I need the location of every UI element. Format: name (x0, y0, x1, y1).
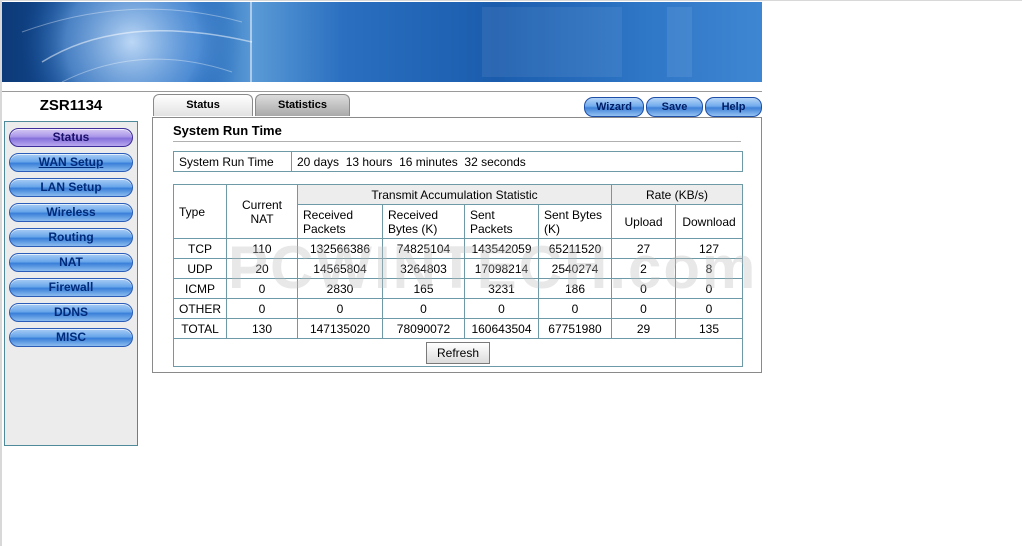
traffic-statistics-table: Type Current NAT Transmit Accumulation S… (173, 184, 743, 367)
cell-type: UDP (173, 258, 227, 279)
sidebar-item-firewall[interactable]: Firewall (9, 278, 133, 297)
cell-upload: 27 (611, 238, 676, 259)
cell-rx-packets: 14565804 (297, 258, 383, 279)
header-current-nat: Current NAT (226, 184, 298, 239)
cell-tx-packets: 0 (464, 298, 539, 319)
sidebar-item-status[interactable]: Status (9, 128, 133, 147)
table-row: UDP 20 14565804 3264803 17098214 2540274… (173, 258, 743, 279)
cell-rx-packets: 132566386 (297, 238, 383, 259)
cell-tx-bytes: 186 (538, 278, 612, 299)
sidebar-item-routing[interactable]: Routing (9, 228, 133, 247)
cell-download: 8 (675, 258, 743, 279)
table-row: TCP 110 132566386 74825104 143542059 652… (173, 238, 743, 259)
cell-rx-packets: 147135020 (297, 318, 383, 339)
cell-download: 0 (675, 278, 743, 299)
sidebar-item-nat[interactable]: NAT (9, 253, 133, 272)
cell-type: OTHER (173, 298, 227, 319)
cell-tx-bytes: 67751980 (538, 318, 612, 339)
help-button[interactable]: Help (705, 97, 762, 117)
cell-rx-bytes: 0 (382, 298, 465, 319)
cell-rx-bytes: 165 (382, 278, 465, 299)
header-received-bytes: Received Bytes (K) (382, 204, 465, 239)
cell-nat: 110 (226, 238, 298, 259)
sidebar-item-misc[interactable]: MISC (9, 328, 133, 347)
header-divider (2, 91, 762, 92)
cell-tx-bytes: 0 (538, 298, 612, 319)
cell-nat: 20 (226, 258, 298, 279)
header-transmit: Transmit Accumulation Statistic (297, 184, 612, 205)
header-banner (2, 2, 762, 82)
run-time-value: 20 days 13 hours 16 minutes 32 seconds (291, 151, 743, 172)
sidebar-item-wan-setup[interactable]: WAN Setup (9, 153, 133, 172)
table-row: OTHER 0 0 0 0 0 0 0 (173, 298, 743, 319)
cell-nat: 130 (226, 318, 298, 339)
cell-rx-bytes: 78090072 (382, 318, 465, 339)
cell-upload: 29 (611, 318, 676, 339)
cell-tx-packets: 3231 (464, 278, 539, 299)
tab-status[interactable]: Status (153, 94, 253, 116)
cell-tx-bytes: 2540274 (538, 258, 612, 279)
cell-tx-bytes: 65211520 (538, 238, 612, 259)
header-sent-packets: Sent Packets (464, 204, 539, 239)
cell-tx-packets: 17098214 (464, 258, 539, 279)
cell-rx-bytes: 3264803 (382, 258, 465, 279)
cell-tx-packets: 143542059 (464, 238, 539, 259)
cell-upload: 2 (611, 258, 676, 279)
table-row: ICMP 0 2830 165 3231 186 0 0 (173, 278, 743, 299)
wizard-button[interactable]: Wizard (584, 97, 644, 117)
panel-title: System Run Time (173, 123, 741, 142)
tab-statistics[interactable]: Statistics (255, 94, 350, 116)
run-time-label: System Run Time (173, 151, 292, 172)
header-rate: Rate (KB/s) (611, 184, 743, 205)
cell-nat: 0 (226, 298, 298, 319)
header-sent-bytes: Sent Bytes (K) (538, 204, 612, 239)
sidebar-item-wireless[interactable]: Wireless (9, 203, 133, 222)
header-type: Type (173, 184, 227, 239)
globe-banner-graphic (21, 2, 692, 82)
cell-tx-packets: 160643504 (464, 318, 539, 339)
header-received-packets: Received Packets (297, 204, 383, 239)
cell-rx-packets: 2830 (297, 278, 383, 299)
sidebar: Status WAN Setup LAN Setup Wireless Rout… (4, 121, 138, 446)
device-name: ZSR1134 (39, 97, 103, 114)
run-time-table: System Run Time 20 days 13 hours 16 minu… (173, 151, 743, 172)
cell-type: ICMP (173, 278, 227, 299)
cell-upload: 0 (611, 298, 676, 319)
sidebar-item-lan-setup[interactable]: LAN Setup (9, 178, 133, 197)
cell-rx-packets: 0 (297, 298, 383, 319)
table-row-total: TOTAL 130 147135020 78090072 160643504 6… (173, 318, 743, 339)
cell-type: TOTAL (173, 318, 227, 339)
refresh-row: Refresh (173, 338, 743, 367)
header-upload: Upload (611, 204, 676, 239)
cell-type: TCP (173, 238, 227, 259)
statistics-panel: System Run Time System Run Time 20 days … (152, 117, 762, 373)
cell-download: 135 (675, 318, 743, 339)
sidebar-item-ddns[interactable]: DDNS (9, 303, 133, 322)
cell-rx-bytes: 74825104 (382, 238, 465, 259)
cell-download: 0 (675, 298, 743, 319)
cell-download: 127 (675, 238, 743, 259)
refresh-button[interactable]: Refresh (425, 341, 491, 364)
cell-upload: 0 (611, 278, 676, 299)
cell-nat: 0 (226, 278, 298, 299)
save-button[interactable]: Save (646, 97, 703, 117)
header-download: Download (675, 204, 743, 239)
